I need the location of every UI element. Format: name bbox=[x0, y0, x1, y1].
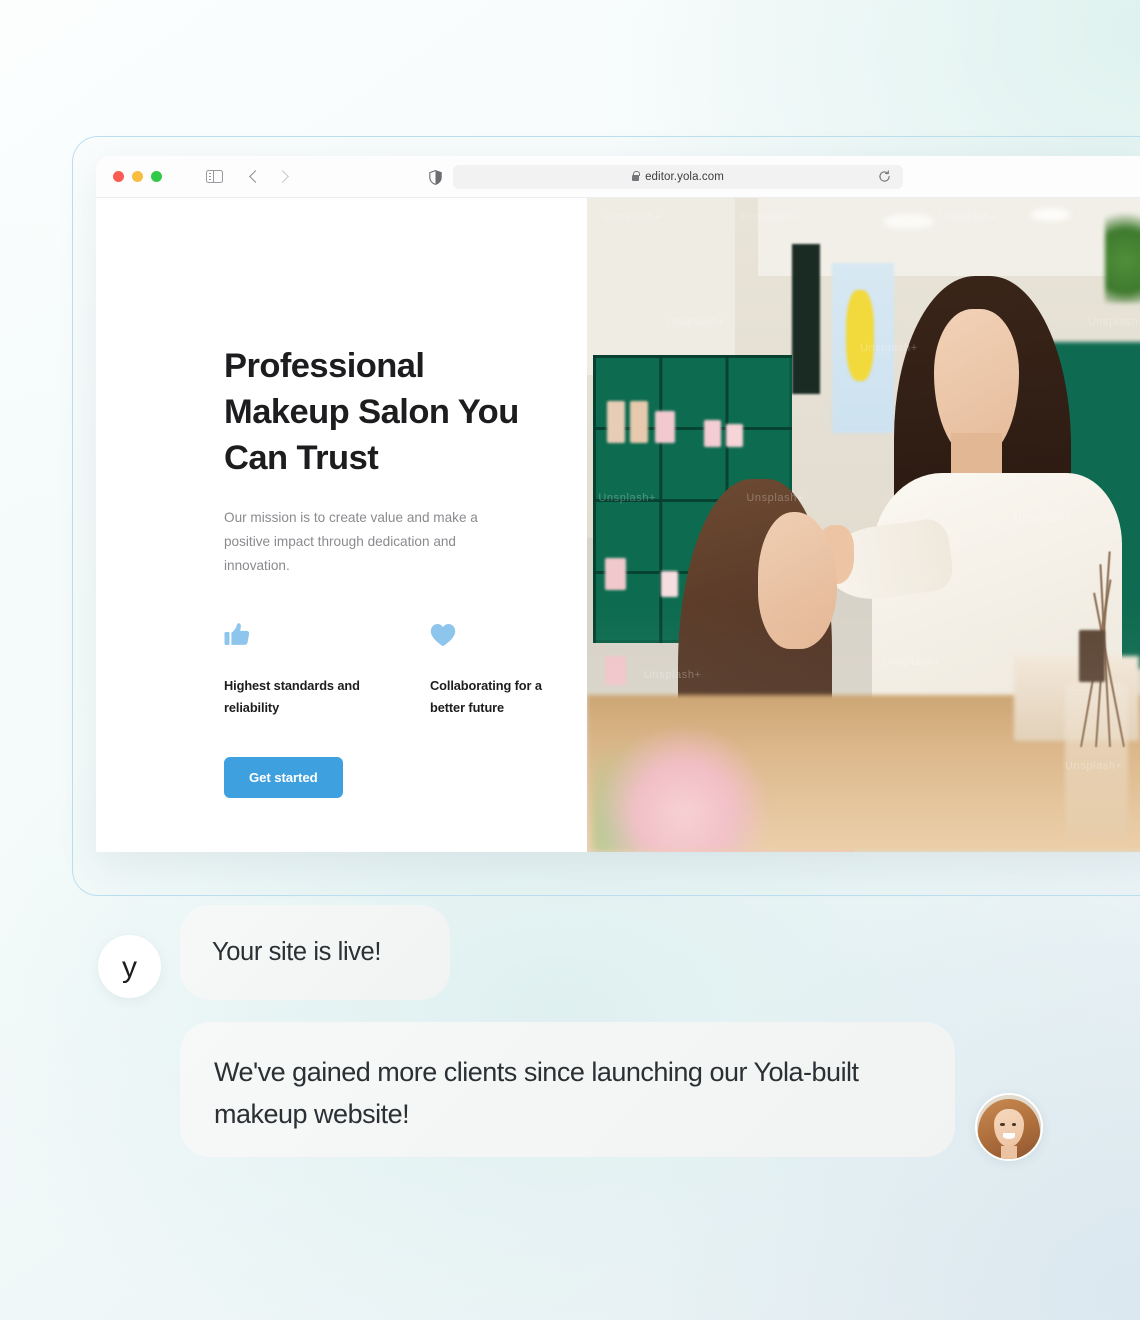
watermark: Unsplash+ bbox=[740, 211, 799, 224]
lock-icon bbox=[632, 171, 640, 181]
feature-item-standards: Highest standards and reliability bbox=[224, 620, 364, 718]
browser-window: editor.yola.com Professional Makeup Salo… bbox=[96, 156, 1140, 852]
watermark: Unsplash+ bbox=[746, 492, 804, 505]
avatar-neck bbox=[1001, 1146, 1017, 1159]
get-started-button[interactable]: Get started bbox=[224, 757, 343, 798]
browser-toolbar: editor.yola.com bbox=[96, 156, 1140, 198]
hero-copy-column: Professional Makeup Salon You Can Trust … bbox=[96, 198, 587, 852]
website-preview: Professional Makeup Salon You Can Trust … bbox=[96, 198, 1140, 852]
chat-bubble-site-live: Your site is live! bbox=[180, 905, 450, 1000]
chat-message-text: We've gained more clients since launchin… bbox=[214, 1057, 859, 1129]
hero-subtitle: Our mission is to create value and make … bbox=[224, 510, 478, 573]
yola-logo-mark: y bbox=[122, 950, 137, 984]
watermark: Unsplash+ bbox=[939, 211, 998, 224]
watermark: Unsplash+ bbox=[882, 655, 941, 668]
watermark: Unsplash+ bbox=[860, 341, 918, 354]
watermark: Unsplash+ bbox=[598, 492, 657, 505]
url-text: editor.yola.com bbox=[645, 171, 724, 183]
feature-label: Collaborating for a better future bbox=[430, 678, 542, 715]
chevron-left-icon[interactable] bbox=[249, 170, 262, 183]
hero-image: Unsplash+ Unsplash+ Unsplash+ Unsplash+ … bbox=[587, 198, 1140, 852]
watermark: Unsplash+ bbox=[1013, 511, 1072, 524]
reload-icon[interactable] bbox=[878, 170, 891, 183]
heart-icon bbox=[430, 624, 456, 647]
chat-bubble-testimonial: We've gained more clients since launchin… bbox=[180, 1022, 955, 1157]
close-window-button[interactable] bbox=[113, 171, 124, 182]
watermark: Unsplash+ bbox=[1064, 760, 1123, 773]
watermark: Unsplash+ bbox=[666, 315, 725, 328]
minimize-window-button[interactable] bbox=[132, 171, 143, 182]
client-avatar bbox=[975, 1093, 1043, 1161]
maximize-window-button[interactable] bbox=[151, 171, 162, 182]
page-title: Professional Makeup Salon You Can Trust bbox=[224, 347, 519, 477]
feature-label: Highest standards and reliability bbox=[224, 678, 360, 715]
feature-list: Highest standards and reliability Collab… bbox=[224, 620, 587, 718]
address-bar[interactable]: editor.yola.com bbox=[453, 165, 903, 189]
watermark: Unsplash+ bbox=[643, 668, 702, 681]
watermark: Unsplash+ bbox=[604, 211, 662, 224]
chevron-right-icon[interactable] bbox=[276, 170, 289, 183]
chat-message-text: Your site is live! bbox=[212, 938, 382, 966]
feature-item-collaborating: Collaborating for a better future bbox=[430, 620, 570, 718]
thumbs-up-icon bbox=[224, 623, 250, 645]
hero-haze-overlay bbox=[587, 198, 1140, 852]
sidebar-toggle-icon[interactable] bbox=[206, 169, 223, 184]
watermark: Unsplash+ bbox=[1087, 315, 1140, 328]
page-root: editor.yola.com Professional Makeup Salo… bbox=[0, 0, 1140, 1320]
window-controls[interactable] bbox=[113, 171, 162, 182]
shield-icon[interactable] bbox=[429, 170, 442, 185]
yola-avatar: y bbox=[98, 935, 161, 998]
